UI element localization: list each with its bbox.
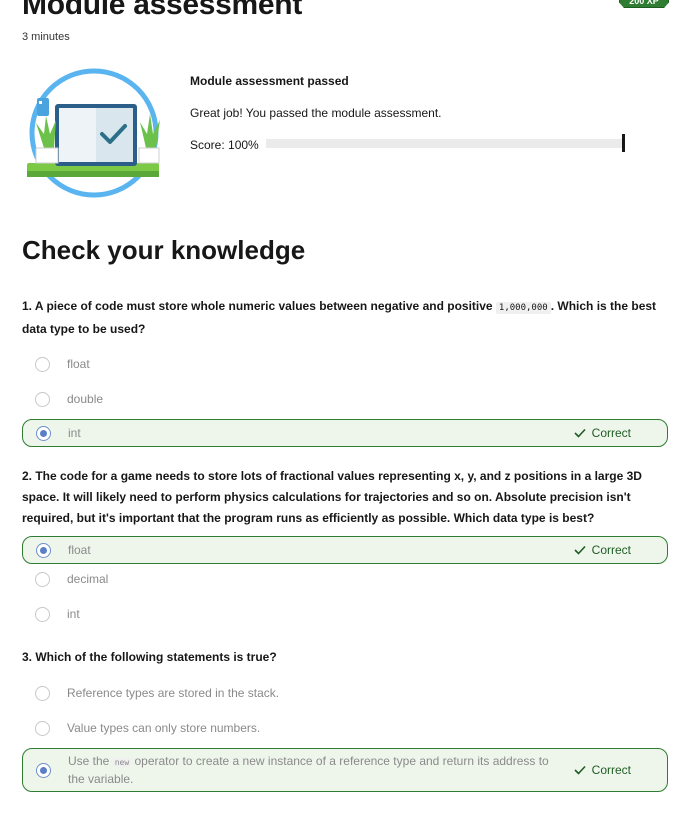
- radio-button[interactable]: [35, 391, 50, 407]
- radio-button-selected[interactable]: [36, 542, 51, 558]
- checkmark-icon: [574, 545, 586, 555]
- option-text-start: Use the: [68, 754, 113, 768]
- radio-button-selected[interactable]: [36, 425, 51, 441]
- page-title: Module assessment: [22, 0, 303, 21]
- q3-option-value-numbers[interactable]: Value types can only store numbers.: [22, 714, 668, 742]
- option-label: Reference types are stored in the stack.: [67, 686, 280, 700]
- question-3: 3. Which of the following statements is …: [22, 650, 277, 664]
- option-label: Use the new operator to create a new ins…: [68, 753, 574, 787]
- result-message: Great job! You passed the module assessm…: [190, 106, 442, 120]
- section-title: Check your knowledge: [22, 235, 306, 265]
- q1-option-float[interactable]: float: [22, 350, 668, 378]
- assessment-passed-illustration: [27, 68, 160, 198]
- radio-button[interactable]: [35, 720, 50, 736]
- xp-badge: 200 XP: [619, 0, 669, 8]
- radio-button[interactable]: [35, 356, 50, 372]
- q2-option-decimal[interactable]: decimal: [22, 565, 668, 593]
- radio-button-selected[interactable]: [36, 762, 51, 778]
- option-label: float: [67, 357, 90, 371]
- option-label: float: [68, 543, 91, 557]
- correct-indicator: Correct: [574, 426, 631, 440]
- option-label: int: [68, 426, 81, 440]
- correct-label: Correct: [591, 426, 631, 440]
- question-1-text-start: 1. A piece of code must store whole nume…: [22, 299, 496, 313]
- correct-indicator: Correct: [574, 543, 631, 557]
- correct-indicator: Correct: [574, 763, 631, 777]
- radio-button[interactable]: [35, 685, 50, 701]
- q3-option-new-operator[interactable]: Use the new operator to create a new ins…: [22, 748, 668, 792]
- checkmark-icon: [574, 765, 586, 775]
- correct-label: Correct: [591, 763, 631, 777]
- question-2: 2. The code for a game needs to store lo…: [22, 469, 642, 525]
- q1-option-double[interactable]: double: [22, 385, 668, 413]
- option-code: new: [112, 758, 132, 767]
- radio-button[interactable]: [35, 571, 50, 587]
- checkmark-icon: [574, 428, 586, 438]
- option-label: double: [67, 392, 104, 406]
- option-label: Value types can only store numbers.: [67, 721, 261, 735]
- score-progress-bar: [266, 139, 624, 148]
- q2-option-float[interactable]: float Correct: [22, 536, 668, 564]
- option-label: decimal: [67, 572, 109, 586]
- score-progress-marker: [622, 134, 625, 152]
- option-label: int: [67, 607, 80, 621]
- option-text-end: operator to create a new instance of a r…: [68, 754, 549, 786]
- q2-option-int[interactable]: int: [22, 600, 668, 628]
- duration-label: 3 minutes: [22, 31, 70, 43]
- radio-button[interactable]: [35, 606, 50, 622]
- q3-option-reference-stack[interactable]: Reference types are stored in the stack.: [22, 679, 668, 707]
- q1-option-int[interactable]: int Correct: [22, 419, 668, 447]
- question-1: 1. A piece of code must store whole nume…: [22, 296, 668, 340]
- score-label: Score: 100%: [190, 138, 259, 152]
- question-1-code: 1,000,000: [495, 302, 551, 314]
- result-title: Module assessment passed: [190, 74, 349, 88]
- correct-label: Correct: [591, 543, 631, 557]
